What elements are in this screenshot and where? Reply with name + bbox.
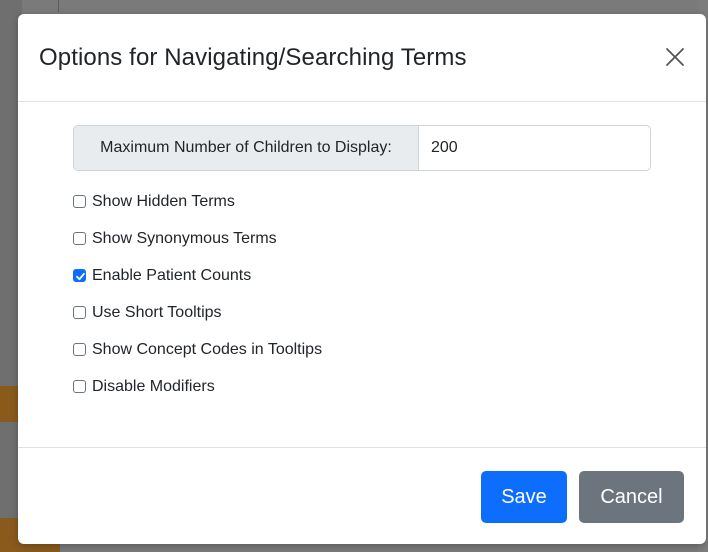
modal-title: Options for Navigating/Searching Terms <box>39 44 467 71</box>
checkbox-checked[interactable] <box>73 269 86 282</box>
max-children-group: Maximum Number of Children to Display: <box>73 125 651 171</box>
option-use-short-tooltips[interactable]: Use Short Tooltips <box>73 294 322 331</box>
option-label: Enable Patient Counts <box>92 266 252 284</box>
option-label: Show Concept Codes in Tooltips <box>92 340 323 358</box>
backdrop-divider <box>58 0 59 12</box>
checkbox[interactable] <box>73 195 86 208</box>
option-disable-modifiers[interactable]: Disable Modifiers <box>73 368 322 405</box>
option-label: Show Hidden Terms <box>92 192 235 210</box>
option-label: Show Synonymous Terms <box>92 229 277 247</box>
modal-header: Options for Navigating/Searching Terms <box>18 14 706 102</box>
options-modal: Options for Navigating/Searching Terms M… <box>18 14 706 544</box>
modal-body: Maximum Number of Children to Display: S… <box>18 102 706 447</box>
checkbox[interactable] <box>73 380 86 393</box>
checkmark-icon <box>76 272 85 281</box>
option-show-synonymous-terms[interactable]: Show Synonymous Terms <box>73 220 322 257</box>
checkbox[interactable] <box>73 306 86 319</box>
close-icon <box>666 48 684 66</box>
save-button[interactable]: Save <box>481 471 567 523</box>
option-label: Disable Modifiers <box>92 377 215 395</box>
option-show-concept-codes[interactable]: Show Concept Codes in Tooltips <box>73 331 322 368</box>
options-list: Show Hidden Terms Show Synonymous Terms … <box>73 183 322 405</box>
option-enable-patient-counts[interactable]: Enable Patient Counts <box>73 257 322 294</box>
option-label: Use Short Tooltips <box>92 303 222 321</box>
max-children-input[interactable] <box>419 125 651 171</box>
checkbox[interactable] <box>73 232 86 245</box>
modal-footer: Save Cancel <box>18 447 706 544</box>
close-button[interactable] <box>662 44 688 70</box>
cancel-button[interactable]: Cancel <box>579 471 684 523</box>
checkbox[interactable] <box>73 343 86 356</box>
max-children-label: Maximum Number of Children to Display: <box>73 125 419 171</box>
option-show-hidden-terms[interactable]: Show Hidden Terms <box>73 183 322 220</box>
